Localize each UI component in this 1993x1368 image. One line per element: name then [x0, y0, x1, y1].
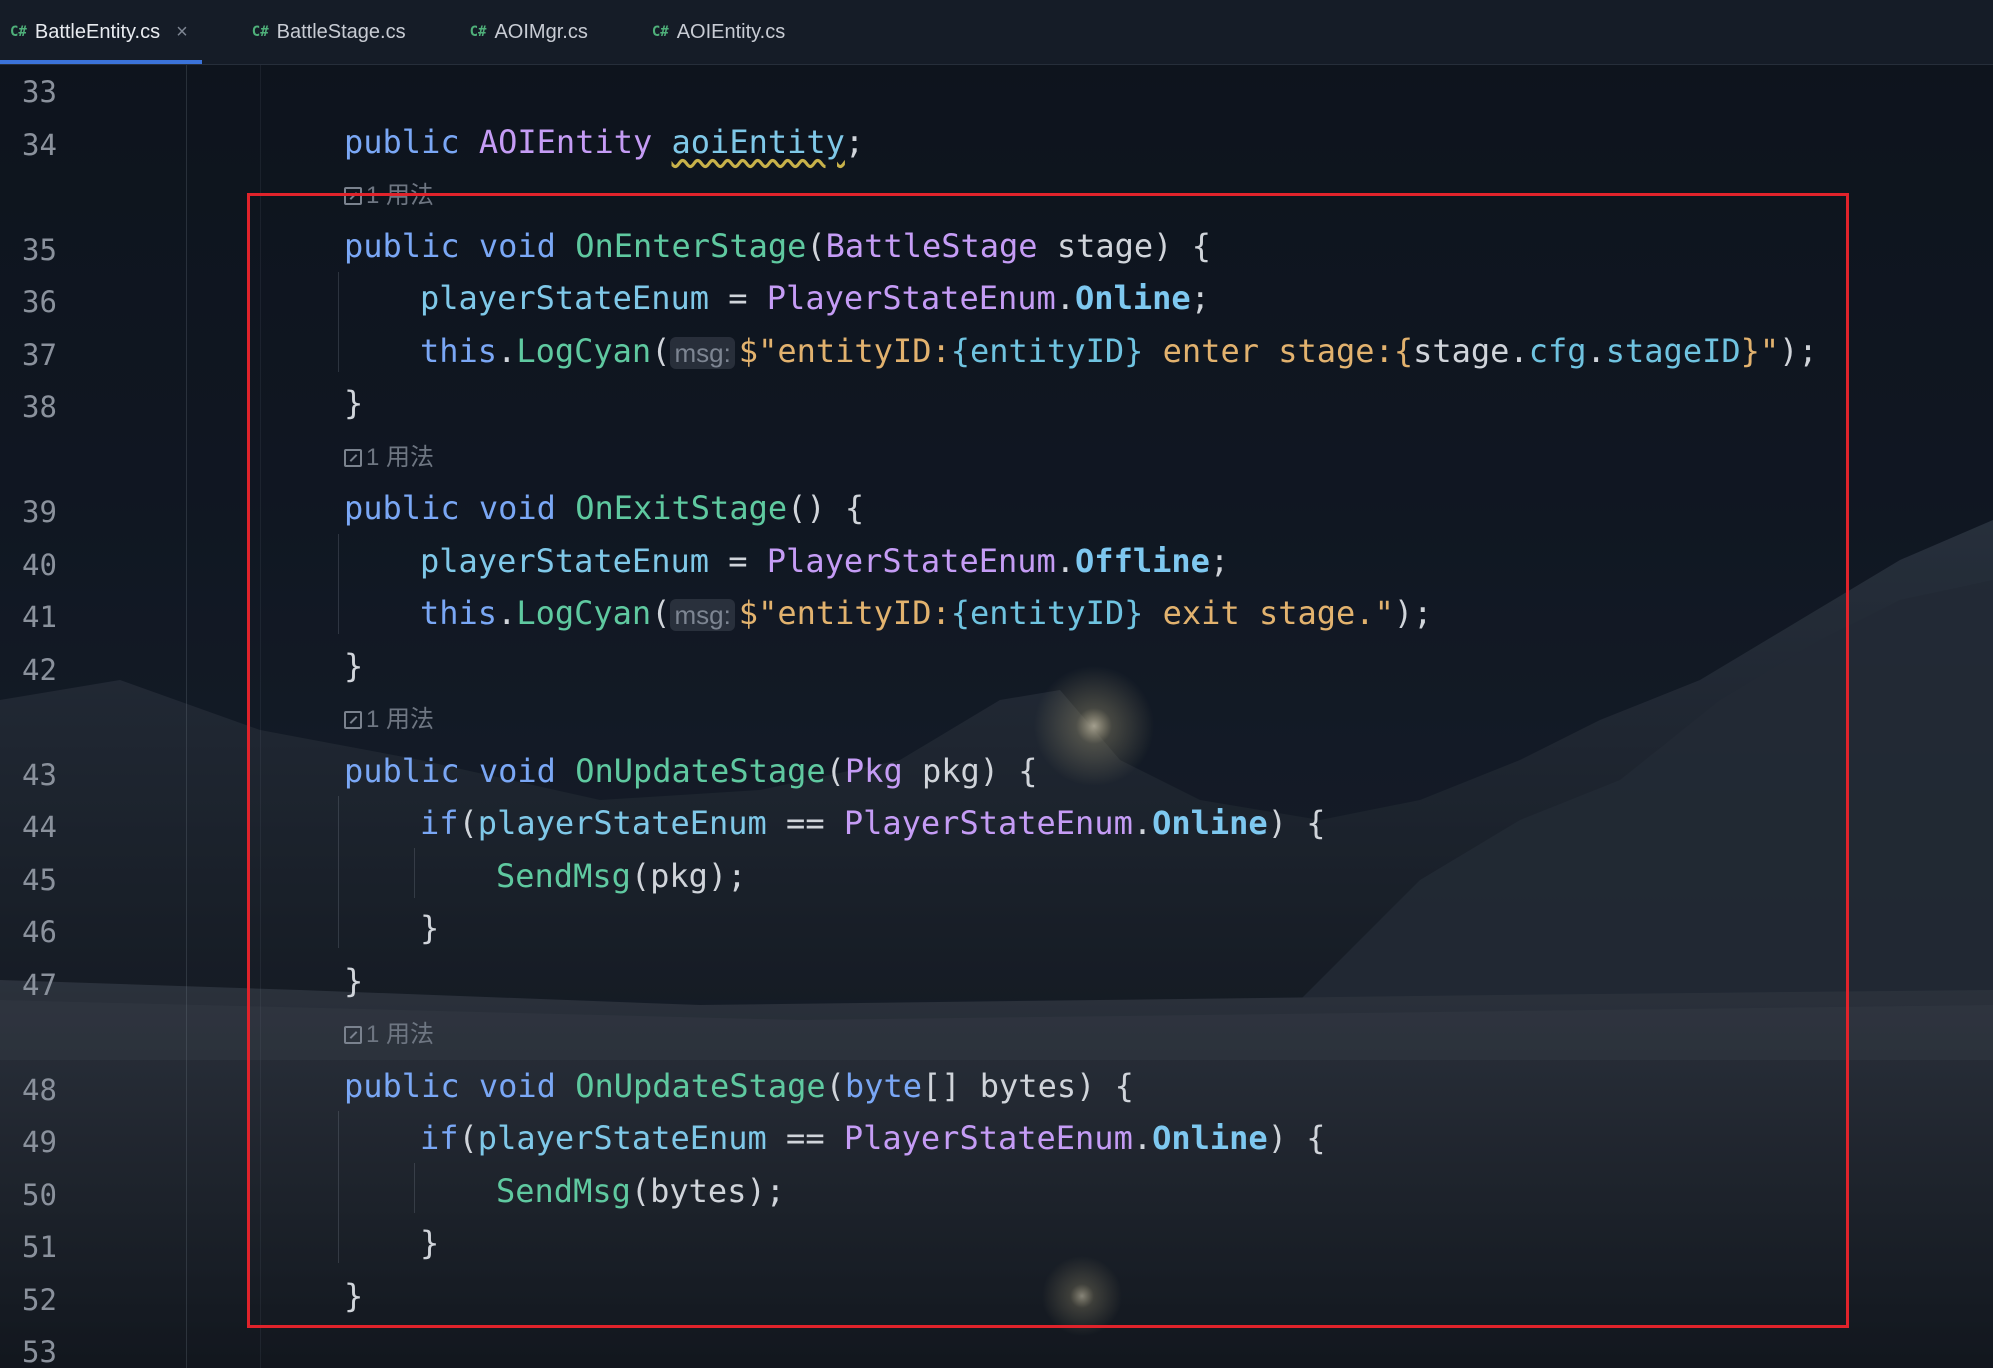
- aoientity-field: aoiEntity: [671, 123, 845, 161]
- usages-hint[interactable]: 1 用法: [344, 1019, 434, 1051]
- editor-tab-bar: C# BattleEntity.cs × C# BattleStage.cs C…: [0, 0, 1993, 65]
- code-line-45: SendMsg(pkg);: [496, 857, 747, 895]
- csharp-file-icon: C#: [251, 24, 269, 40]
- code-line-38: }: [344, 384, 364, 422]
- parameter-hint: msg:: [670, 599, 735, 631]
- usages-hint[interactable]: 1 用法: [344, 180, 434, 212]
- code-line-47: }: [344, 962, 364, 1000]
- code-line-44: if(playerStateEnum == PlayerStateEnum.On…: [420, 804, 1326, 842]
- tab-battleentity[interactable]: C# BattleEntity.cs ×: [0, 0, 202, 64]
- code-line-46: }: [420, 909, 440, 947]
- code-line-36: playerStateEnum = PlayerStateEnum.Online…: [420, 279, 1210, 317]
- code-line-48: public void OnUpdateStage(byte[] bytes) …: [344, 1067, 1134, 1105]
- usages-icon: [344, 1026, 362, 1044]
- code-line-41: this.LogCyan(msg: $"entityID:{entityID} e…: [420, 594, 1433, 632]
- tab-label: AOIMgr.cs: [494, 20, 588, 43]
- usages-hint[interactable]: 1 用法: [344, 442, 434, 474]
- code-line-37: this.LogCyan(msg: $"entityID:{entityID} e…: [420, 332, 1818, 370]
- csharp-file-icon: C#: [469, 24, 487, 40]
- csharp-file-icon: C#: [651, 24, 669, 40]
- tab-aoimgr[interactable]: C# AOIMgr.cs: [460, 0, 602, 64]
- code-line-42: }: [344, 647, 364, 685]
- code-line-39: public void OnExitStage() {: [344, 489, 865, 527]
- code-line-35: public void OnEnterStage(BattleStage sta…: [344, 227, 1211, 265]
- code-line-49: if(playerStateEnum == PlayerStateEnum.On…: [420, 1119, 1326, 1157]
- usages-icon: [344, 449, 362, 467]
- code-line-50: SendMsg(bytes);: [496, 1172, 785, 1210]
- code-line-43: public void OnUpdateStage(Pkg pkg) {: [344, 752, 1038, 790]
- ide-window: C# BattleEntity.cs × C# BattleStage.cs C…: [0, 0, 1993, 1368]
- usages-hint[interactable]: 1 用法: [344, 704, 434, 736]
- tab-label: BattleEntity.cs: [34, 20, 161, 43]
- tab-label: AOIEntity.cs: [676, 20, 786, 43]
- tab-battlestage[interactable]: C# BattleStage.cs: [242, 0, 420, 64]
- tab-aoientity[interactable]: C# AOIEntity.cs: [642, 0, 799, 64]
- code-line-51: }: [420, 1224, 440, 1262]
- parameter-hint: msg:: [670, 337, 735, 369]
- tab-label: BattleStage.cs: [276, 20, 406, 43]
- code-line-52: }: [344, 1277, 364, 1315]
- code-line-34: public AOIEntity aoiEntity;: [344, 123, 865, 161]
- usages-icon: [344, 187, 362, 205]
- code-line-40: playerStateEnum = PlayerStateEnum.Offlin…: [420, 542, 1230, 580]
- usages-icon: [344, 711, 362, 729]
- code-editor[interactable]: public AOIEntity aoiEntity; 1 用法 public …: [0, 0, 1993, 1368]
- csharp-file-icon: C#: [10, 24, 27, 40]
- close-tab-icon[interactable]: ×: [176, 21, 188, 44]
